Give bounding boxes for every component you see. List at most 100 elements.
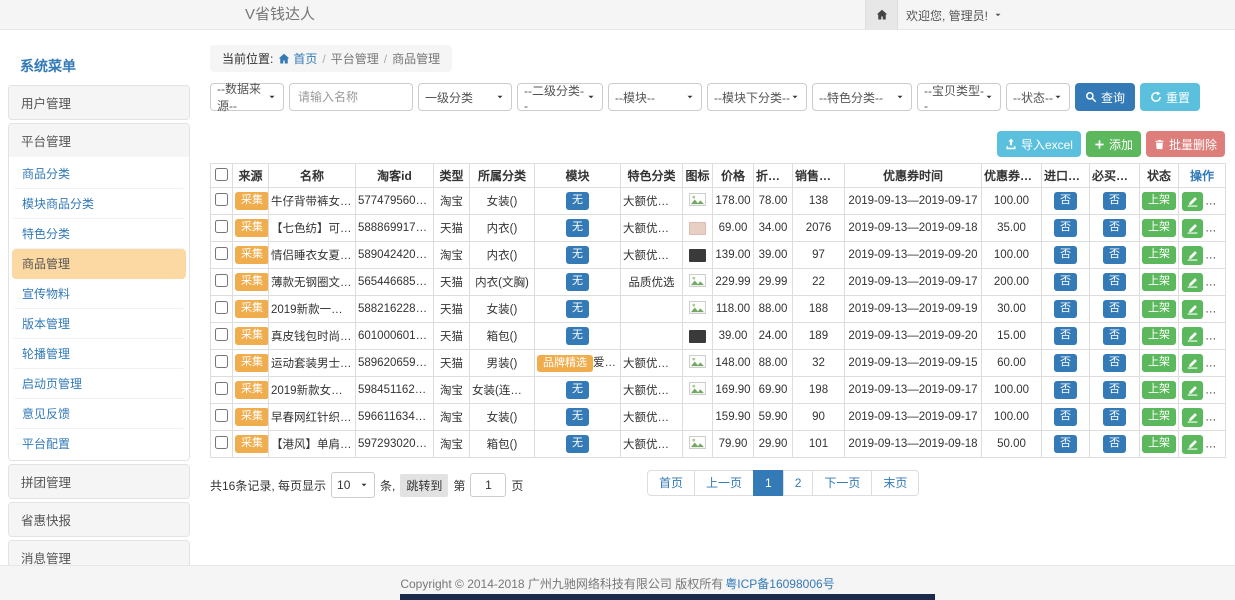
filter-select-module[interactable]: --模块--	[608, 83, 702, 111]
breadcrumb-home-link[interactable]: 首页	[278, 50, 317, 67]
search-button[interactable]: 查询	[1075, 83, 1135, 111]
edit-button[interactable]	[1182, 300, 1203, 319]
status-badge[interactable]: 上架	[1142, 273, 1176, 291]
module-none-badge[interactable]: 无	[566, 219, 589, 237]
row-checkbox[interactable]	[215, 382, 228, 395]
batch-delete-button[interactable]: 批量删除	[1146, 131, 1225, 157]
import-select-toggle[interactable]: 否	[1054, 435, 1077, 453]
module-none-badge[interactable]: 无	[566, 327, 589, 345]
pager-button-1[interactable]: 上一页	[694, 470, 754, 496]
edit-button[interactable]	[1182, 435, 1203, 454]
row-checkbox[interactable]	[215, 328, 228, 341]
user-dropdown[interactable]: 欢迎您, 管理员!	[906, 0, 1003, 30]
module-none-badge[interactable]: 无	[566, 435, 589, 453]
module-none-badge[interactable]: 无	[566, 192, 589, 210]
reset-button[interactable]: 重置	[1140, 83, 1200, 111]
pager-button-3[interactable]: 2	[783, 470, 814, 496]
per-page-select[interactable]: 10	[331, 472, 375, 498]
must-buy-toggle[interactable]: 否	[1103, 354, 1126, 372]
menu-sub-item[interactable]: 特色分类	[12, 219, 186, 249]
import-select-toggle[interactable]: 否	[1054, 246, 1077, 264]
row-checkbox[interactable]	[215, 436, 228, 449]
import-select-toggle[interactable]: 否	[1054, 300, 1077, 318]
status-badge[interactable]: 上架	[1142, 408, 1176, 426]
row-checkbox[interactable]	[215, 220, 228, 233]
menu-sub-item[interactable]: 启动页管理	[12, 369, 186, 399]
pager-button-4[interactable]: 下一页	[812, 470, 872, 496]
sidebar-item-2[interactable]: 拼团管理	[9, 465, 189, 498]
status-badge[interactable]: 上架	[1142, 435, 1176, 453]
sidebar-item-0[interactable]: 用户管理	[9, 86, 189, 119]
edit-button[interactable]	[1182, 327, 1203, 346]
menu-sub-item[interactable]: 轮播管理	[12, 339, 186, 369]
row-checkbox[interactable]	[215, 247, 228, 260]
import-select-toggle[interactable]: 否	[1054, 327, 1077, 345]
select-all-checkbox[interactable]	[215, 168, 228, 181]
module-none-badge[interactable]: 无	[566, 300, 589, 318]
status-badge[interactable]: 上架	[1142, 327, 1176, 345]
edit-button[interactable]	[1182, 408, 1203, 427]
icp-link[interactable]: 粤ICP备16098006号	[725, 575, 834, 592]
menu-sub-item[interactable]: 版本管理	[12, 309, 186, 339]
status-badge[interactable]: 上架	[1142, 219, 1176, 237]
home-button[interactable]	[865, 0, 898, 30]
filter-select-special-category[interactable]: --特色分类--	[812, 83, 912, 111]
jump-button[interactable]: 跳转到	[400, 474, 448, 497]
sidebar-item-1[interactable]: 平台管理	[9, 124, 189, 157]
row-checkbox[interactable]	[215, 409, 228, 422]
must-buy-toggle[interactable]: 否	[1103, 327, 1126, 345]
name-search-input[interactable]	[289, 83, 413, 111]
edit-button[interactable]	[1182, 219, 1203, 238]
import-select-toggle[interactable]: 否	[1054, 354, 1077, 372]
must-buy-toggle[interactable]: 否	[1103, 246, 1126, 264]
import-select-toggle[interactable]: 否	[1054, 192, 1077, 210]
status-badge[interactable]: 上架	[1142, 246, 1176, 264]
status-badge[interactable]: 上架	[1142, 354, 1176, 372]
import-select-toggle[interactable]: 否	[1054, 408, 1077, 426]
import-select-toggle[interactable]: 否	[1054, 273, 1077, 291]
filter-select-status[interactable]: --状态--	[1006, 83, 1070, 111]
pager-button-0[interactable]: 首页	[647, 470, 695, 496]
menu-sub-item[interactable]: 模块商品分类	[12, 189, 186, 219]
menu-sub-item[interactable]: 宣传物料	[12, 279, 186, 309]
must-buy-toggle[interactable]: 否	[1103, 273, 1126, 291]
must-buy-toggle[interactable]: 否	[1103, 408, 1126, 426]
row-checkbox[interactable]	[215, 355, 228, 368]
status-badge[interactable]: 上架	[1142, 300, 1176, 318]
page-number-input[interactable]	[470, 473, 506, 497]
filter-select-item-type[interactable]: --宝贝类型--	[917, 83, 1001, 111]
module-none-badge[interactable]: 无	[566, 273, 589, 291]
must-buy-toggle[interactable]: 否	[1103, 300, 1126, 318]
must-buy-toggle[interactable]: 否	[1103, 435, 1126, 453]
menu-sub-item[interactable]: 商品分类	[12, 159, 186, 189]
status-badge[interactable]: 上架	[1142, 381, 1176, 399]
filter-select-module-sub[interactable]: --模块下分类--	[707, 83, 807, 111]
row-checkbox[interactable]	[215, 301, 228, 314]
row-checkbox[interactable]	[215, 274, 228, 287]
add-button[interactable]: 添加	[1086, 131, 1141, 157]
module-none-badge[interactable]: 无	[566, 408, 589, 426]
edit-button[interactable]	[1182, 273, 1203, 292]
pager-button-5[interactable]: 末页	[871, 470, 919, 496]
edit-button[interactable]	[1182, 246, 1203, 265]
menu-sub-item[interactable]: 意见反馈	[12, 399, 186, 429]
pager-button-2[interactable]: 1	[753, 470, 784, 496]
menu-sub-item[interactable]: 商品管理	[12, 249, 186, 279]
import-excel-button[interactable]: 导入excel	[997, 131, 1081, 157]
row-checkbox[interactable]	[215, 193, 228, 206]
must-buy-toggle[interactable]: 否	[1103, 219, 1126, 237]
import-select-toggle[interactable]: 否	[1054, 219, 1077, 237]
sidebar-item-3[interactable]: 省惠快报	[9, 503, 189, 536]
module-none-badge[interactable]: 无	[566, 381, 589, 399]
filter-select-category-2[interactable]: --二级分类--	[517, 83, 603, 111]
must-buy-toggle[interactable]: 否	[1103, 192, 1126, 210]
sidebar-item-4[interactable]: 消息管理	[9, 541, 189, 565]
menu-sub-item[interactable]: 平台配置	[12, 429, 186, 458]
edit-button[interactable]	[1182, 354, 1203, 373]
status-badge[interactable]: 上架	[1142, 192, 1176, 210]
edit-button[interactable]	[1182, 192, 1203, 211]
filter-select-category-1[interactable]: 一级分类	[418, 83, 512, 111]
edit-button[interactable]	[1182, 381, 1203, 400]
import-select-toggle[interactable]: 否	[1054, 381, 1077, 399]
filter-select-data-source[interactable]: --数据来源--	[210, 83, 284, 111]
